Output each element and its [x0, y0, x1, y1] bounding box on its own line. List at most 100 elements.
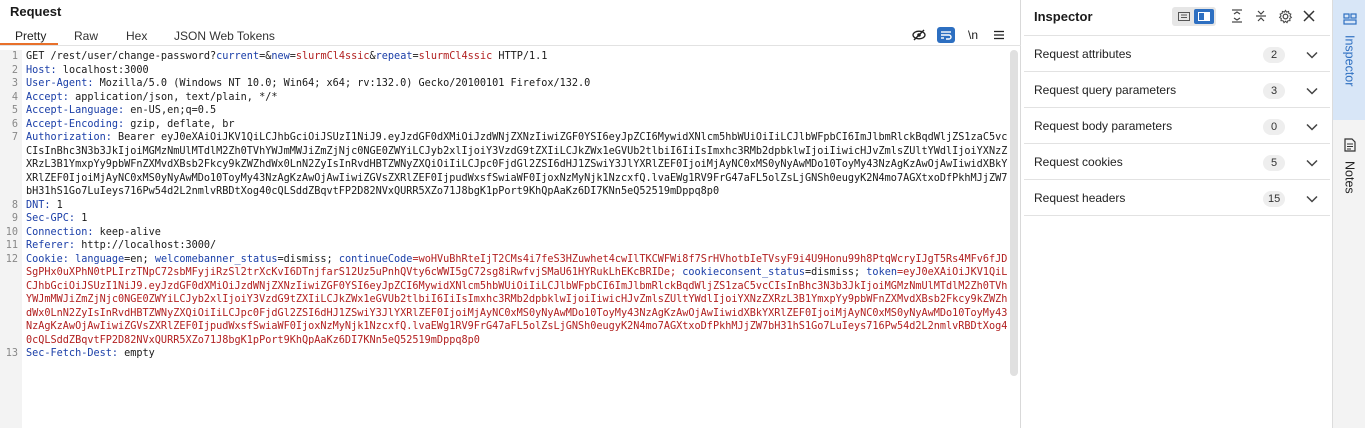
list-layout-icon[interactable]	[1174, 9, 1194, 24]
line-number: 7	[11, 132, 18, 143]
line-number: 6	[11, 118, 18, 130]
cookie-name: language	[68, 253, 125, 265]
section-label: Request cookies	[1034, 154, 1123, 169]
eye-slash-icon[interactable]	[910, 27, 928, 43]
chevron-down-icon	[1306, 156, 1318, 170]
section-label: Request body parameters	[1034, 118, 1173, 133]
editor-scrollbar[interactable]	[1010, 50, 1018, 376]
cookie-value: =dismiss;	[804, 267, 867, 278]
header-line-sec-fetch-dest: 13 Sec-Fetch-Dest: empty	[0, 347, 1008, 361]
line-number: 4	[11, 91, 18, 103]
tab-divider	[0, 45, 1021, 46]
inspector-sections: Request attributes 2 Request query param…	[1024, 35, 1330, 216]
section-request-headers[interactable]: Request headers 15	[1024, 179, 1330, 216]
header-line-referer: 11 Referer: http://localhost:3000/	[0, 239, 1008, 253]
request-editor[interactable]: 1 GET /rest/user/change-password?current=…	[0, 50, 1008, 428]
layout-toggle	[1172, 6, 1216, 26]
inspector-title: Inspector	[1034, 9, 1093, 24]
rail-notes-label: Notes	[1342, 161, 1357, 194]
line-number: 8	[11, 199, 18, 211]
line-number: 2	[11, 64, 18, 76]
close-icon[interactable]	[1298, 6, 1320, 26]
request-tabs: Pretty Raw Hex JSON Web Tokens	[0, 27, 1021, 45]
header-name: DNT:	[26, 199, 51, 211]
tab-pretty[interactable]: Pretty	[15, 29, 46, 43]
section-request-body-parameters[interactable]: Request body parameters 0	[1024, 107, 1330, 144]
header-line-accept: 4 Accept: application/json, text/plain, *…	[0, 91, 1008, 105]
param-sep: =&	[259, 51, 272, 62]
count-badge: 0	[1263, 119, 1285, 135]
gear-icon[interactable]	[1274, 6, 1296, 26]
section-label: Request query parameters	[1034, 82, 1177, 97]
chevron-down-icon	[1306, 48, 1318, 62]
line-number: 12	[5, 253, 18, 265]
header-line-accept-language: 5 Accept-Language: en-US,en;q=0.5	[0, 104, 1008, 118]
cookie-value: =dismiss;	[277, 253, 339, 265]
section-label: Request attributes	[1034, 46, 1132, 61]
count-badge: 2	[1263, 47, 1285, 63]
tab-hex[interactable]: Hex	[126, 29, 147, 43]
header-value: 1	[50, 199, 63, 211]
header-line-cookie: 12 Cookie: language=en; welcomebanner_sta…	[0, 253, 1008, 348]
chevron-down-icon	[1306, 120, 1318, 134]
header-value: 1	[75, 213, 88, 224]
param-key: current	[216, 51, 260, 62]
method-path: GET /rest/user/change-password?	[26, 51, 217, 62]
tab-raw[interactable]: Raw	[74, 29, 98, 43]
cookie-name: token	[866, 267, 897, 278]
header-line-authorization: 7 Authorization: Bearer eyJ0eXAiOiJKV1QiL…	[0, 131, 1008, 199]
section-request-cookies[interactable]: Request cookies 5	[1024, 143, 1330, 180]
header-name: Accept-Language:	[26, 105, 125, 116]
section-label: Request headers	[1034, 190, 1126, 205]
header-value: http://localhost:3000/	[75, 240, 217, 251]
rail-tab-notes[interactable]: Notes	[1333, 130, 1365, 220]
header-value: empty	[118, 348, 155, 359]
cookie-name: continueCode	[338, 253, 413, 265]
rail-tab-inspector[interactable]: Inspector	[1333, 0, 1365, 120]
header-value: gzip, deflate, br	[124, 118, 235, 130]
inspector-controls	[1172, 6, 1320, 26]
line-number: 3	[11, 78, 18, 89]
header-name: User-Agent:	[26, 78, 94, 89]
line-number: 5	[11, 105, 18, 116]
cookie-name: cookieconsent_status	[682, 267, 805, 278]
count-badge: 5	[1263, 155, 1285, 171]
panel-layout-icon[interactable]	[1194, 8, 1214, 24]
newline-toggle[interactable]: \n	[964, 27, 982, 43]
header-value: keep-alive	[93, 226, 161, 238]
wrap-icon[interactable]	[937, 27, 955, 43]
request-pane: Request Pretty Raw Hex JSON Web Tokens \…	[0, 0, 1021, 428]
inspector-rail-icon	[1342, 12, 1357, 29]
header-name: Connection:	[26, 226, 94, 238]
hamburger-icon[interactable]	[990, 27, 1008, 43]
line-number: 1	[11, 51, 18, 62]
header-name: Sec-GPC:	[26, 213, 76, 224]
header-line-connection: 10 Connection: keep-alive	[0, 226, 1008, 240]
protocol: HTTP/1.1	[492, 51, 548, 62]
header-line-dnt: 8 DNT: 1	[0, 199, 1008, 213]
header-line-user-agent: 3 User-Agent: Mozilla/5.0 (Windows NT 10.…	[0, 77, 1008, 91]
line-number: 10	[5, 226, 18, 238]
request-line: 1 GET /rest/user/change-password?current=…	[0, 50, 1008, 64]
header-line-host: 2 Host: localhost:3000	[0, 64, 1008, 78]
line-number: 11	[5, 240, 18, 251]
section-request-query-parameters[interactable]: Request query parameters 3	[1024, 71, 1330, 108]
header-name: Cookie:	[26, 253, 69, 265]
notes-icon	[1343, 138, 1356, 155]
cookie-value: =eyJ0eXAiOiJKV1QiLCJhbGciOiJSUzI1NiJ9.ey…	[26, 267, 1008, 346]
cookie-name: welcomebanner_status	[154, 253, 278, 265]
inspector-panel: Inspector Request attributes 2 Request q…	[1022, 0, 1332, 428]
collapse-all-icon[interactable]	[1250, 6, 1272, 26]
header-value: en-US,en;q=0.5	[124, 105, 217, 116]
tab-json-web-tokens[interactable]: JSON Web Tokens	[174, 29, 275, 43]
param-key: new	[271, 51, 290, 62]
header-name: Host:	[26, 64, 57, 76]
rail-inspector-label: Inspector	[1342, 35, 1357, 87]
header-name: Referer:	[26, 240, 76, 251]
header-value: Mozilla/5.0 (Windows NT 10.0; Win64; x64…	[93, 78, 591, 89]
line-number: 13	[5, 348, 18, 359]
expand-all-icon[interactable]	[1226, 6, 1248, 26]
header-value: application/json, text/plain, */*	[68, 91, 278, 103]
header-value: localhost:3000	[56, 64, 149, 76]
section-request-attributes[interactable]: Request attributes 2	[1024, 35, 1330, 72]
